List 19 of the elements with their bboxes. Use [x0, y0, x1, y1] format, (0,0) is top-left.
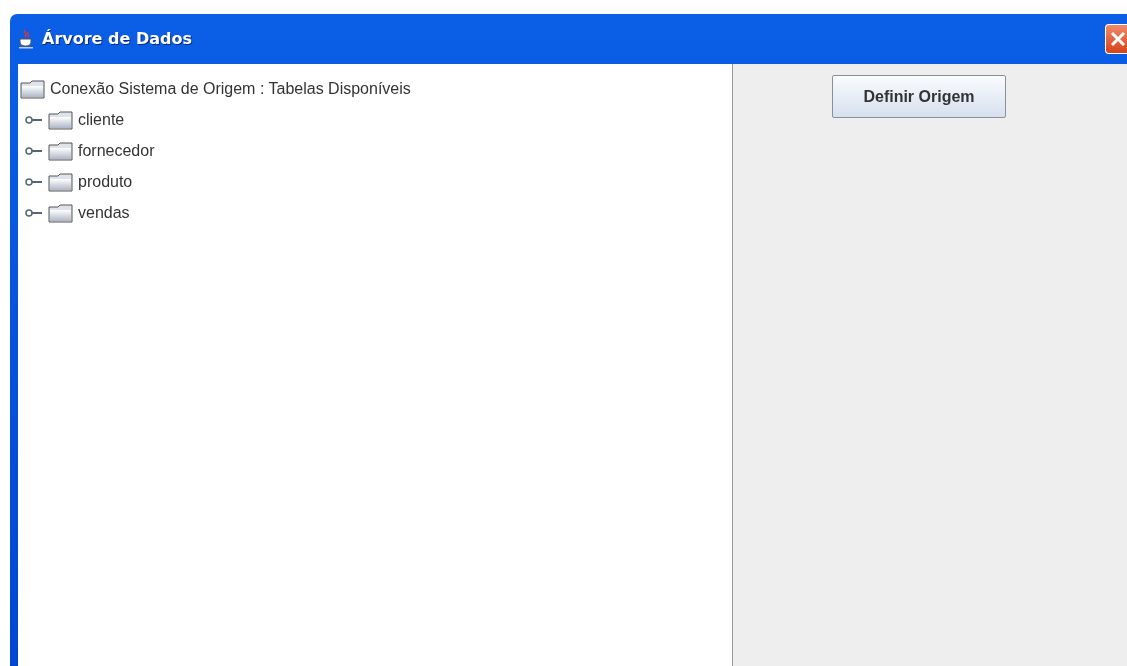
tree-node[interactable]: produto: [78, 169, 133, 194]
folder-icon: [20, 78, 46, 99]
collapsed-handle-icon[interactable]: [24, 144, 44, 157]
tree-node[interactable]: vendas: [78, 200, 130, 225]
java-cup-icon: [18, 29, 34, 49]
collapsed-handle-icon[interactable]: [24, 175, 44, 188]
window-title: Árvore de Dados: [42, 28, 192, 50]
close-button[interactable]: [1105, 24, 1127, 54]
close-icon: [1109, 30, 1127, 48]
define-origin-button[interactable]: Definir Origem: [832, 75, 1006, 118]
folder-icon: [48, 140, 74, 161]
tree-node[interactable]: fornecedor: [78, 138, 155, 163]
collapsed-handle-icon[interactable]: [24, 206, 44, 219]
folder-icon: [48, 202, 74, 223]
tree-node[interactable]: Conexão Sistema de Origem : Tabelas Disponíveis: [50, 76, 411, 101]
collapsed-handle-icon[interactable]: [24, 113, 44, 126]
tree-node[interactable]: cliente: [78, 107, 125, 132]
folder-icon: [48, 171, 74, 192]
folder-icon: [48, 109, 74, 130]
